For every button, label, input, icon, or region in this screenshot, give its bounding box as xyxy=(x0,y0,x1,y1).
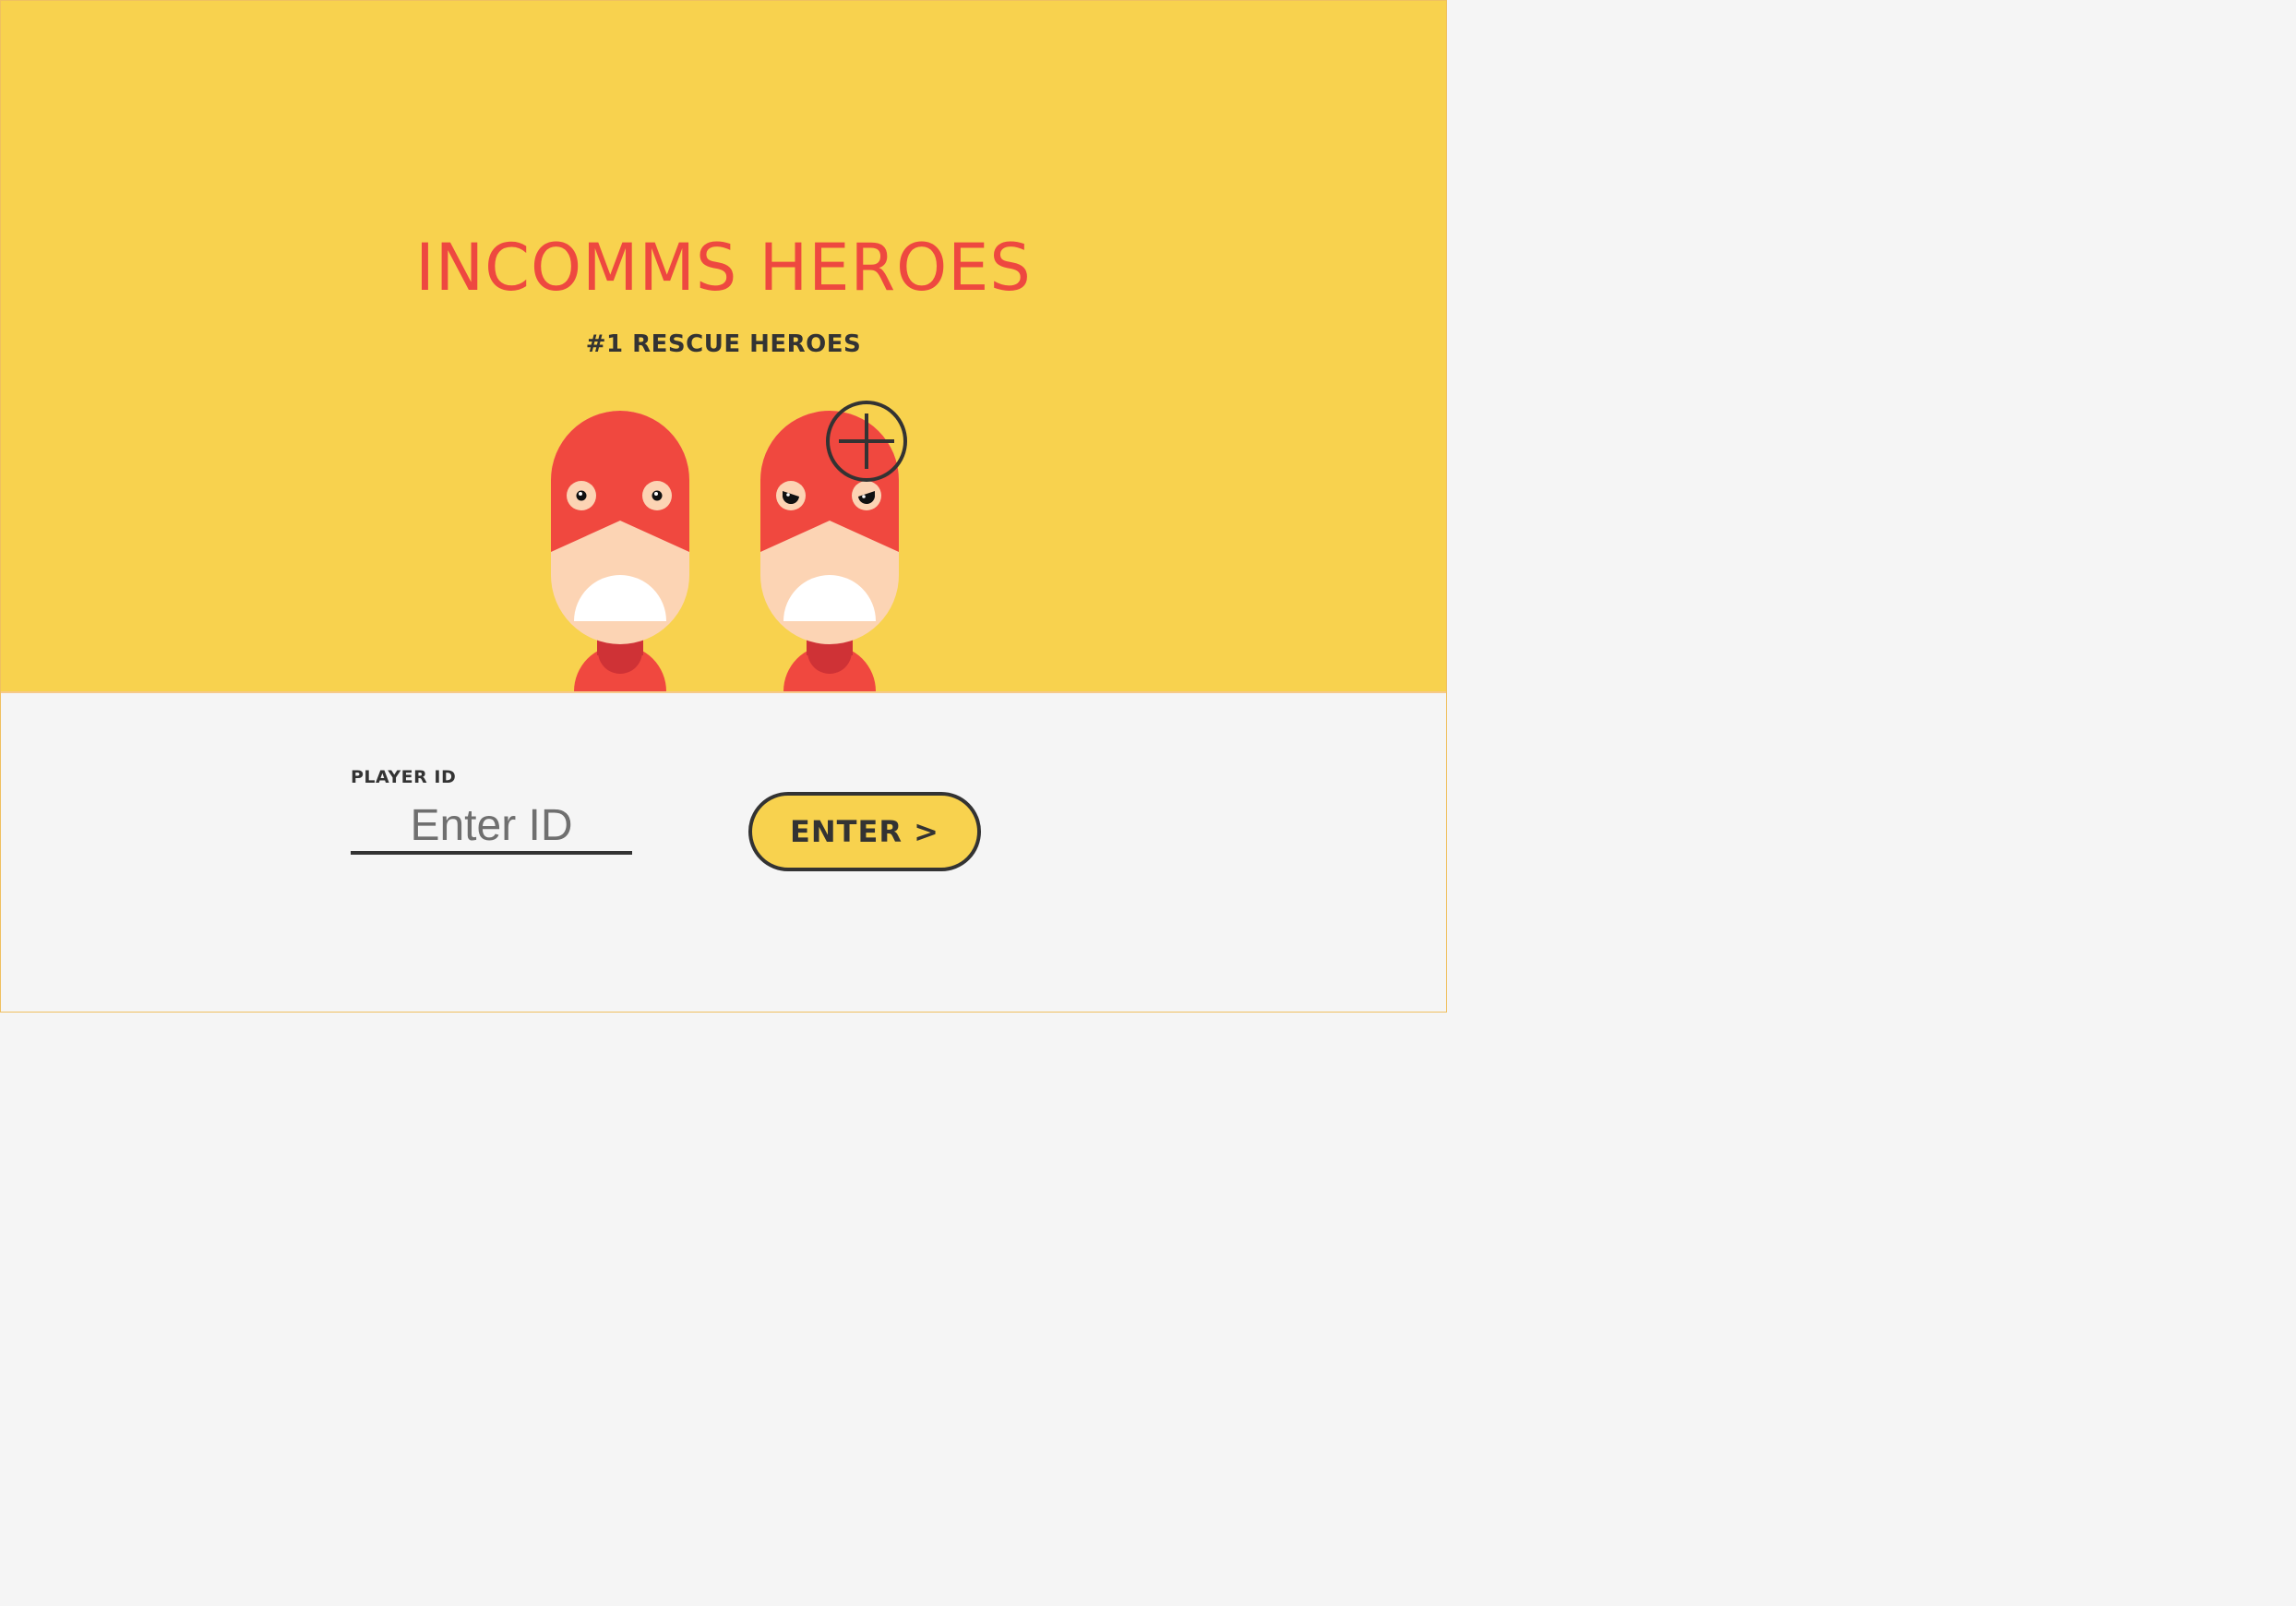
enter-button[interactable]: ENTER > xyxy=(748,792,981,871)
game-title: INCOMMS HEROES xyxy=(415,230,1032,306)
crosshair-icon xyxy=(826,401,907,482)
player-id-input[interactable] xyxy=(351,799,632,855)
player-id-label: PLAYER ID xyxy=(351,767,457,787)
heroes-illustration xyxy=(551,401,907,691)
hero-left xyxy=(551,411,689,691)
game-subtitle: #1 RESCUE HEROES xyxy=(585,330,862,358)
